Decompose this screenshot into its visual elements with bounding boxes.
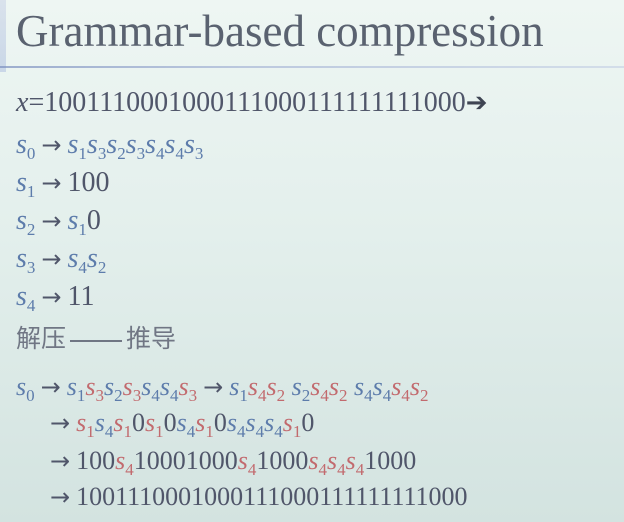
arrow-icon: → (41, 169, 62, 197)
rule-lhs: s0 (16, 129, 36, 163)
deriv-symbol: s4 (245, 408, 265, 441)
deriv-symbol: s3 (122, 372, 142, 405)
deriv-symbol: s0 (16, 372, 35, 405)
rule-rhs-symbol: s3 (86, 129, 107, 163)
deriv-symbol: s4 (115, 446, 134, 479)
deriv-symbol: s4 (141, 372, 160, 405)
rule-rhs-symbol: s4 (164, 129, 184, 163)
deriv-symbol: s1 (229, 372, 248, 405)
deriv-symbol: s4 (308, 446, 327, 479)
sequence-value: 1001110001000111000111111111000 (44, 87, 466, 118)
deriv-symbol: s1 (76, 408, 95, 441)
deriv-symbol: s4 (237, 446, 257, 479)
deriv-symbol: s3 (178, 372, 198, 405)
rule-lhs: s2 (16, 205, 36, 239)
arrow-icon: → (203, 373, 224, 401)
section-heading: 解压 推导 (16, 322, 176, 356)
rule-rhs-symbol: s1 (67, 205, 87, 239)
rule-rhs-text: 11 (67, 281, 95, 312)
deriv-symbol: s4 (372, 372, 392, 405)
deriv-symbol: s1 (195, 408, 214, 441)
rule-s1: s1 → 100 (16, 166, 110, 209)
deriv-symbol: s1 (113, 408, 132, 441)
deriv-symbol: s2 (103, 372, 123, 405)
deriv-symbol: s4 (94, 408, 114, 441)
arrow-icon: → (41, 283, 62, 311)
deriv-text: 1000 (364, 446, 417, 475)
rule-s4: s4 → 11 (16, 280, 94, 323)
rule-rhs-symbol: s2 (86, 243, 107, 277)
arrow-icon: → (50, 447, 71, 475)
rule-rhs-text: 0 (86, 205, 101, 236)
deriv-symbol: s1 (144, 408, 164, 441)
arrow-icon: → (50, 483, 71, 511)
dash-divider (70, 339, 123, 342)
deriv-symbol: s4 (247, 372, 267, 405)
deriv-symbol: s2 (291, 372, 311, 405)
deriv-text: 1000 (256, 446, 309, 475)
deriv-symbol: s3 (85, 372, 104, 405)
sequence-var: x (16, 87, 29, 118)
derivation-line-2: → s1s4s10s10s4s10s4s4s4s10 (50, 408, 315, 441)
rule-rhs-symbol: s1 (67, 129, 87, 163)
rule-rhs-symbol: s2 (106, 129, 126, 163)
deriv-symbol: s1 (66, 372, 86, 405)
rule-s2: s2 → s10 (16, 204, 101, 247)
deriv-symbol: s4 (326, 446, 346, 479)
deriv-text: 10001000 (133, 446, 238, 475)
deriv-symbol: s4 (391, 372, 410, 405)
arrow-icon: → (41, 245, 62, 273)
deriv-symbol: s4 (264, 408, 283, 441)
deriv-symbol: s2 (266, 372, 286, 405)
deriv-symbol: s1 (282, 408, 302, 441)
sequence-eq: = (28, 87, 45, 118)
deriv-symbol: s4 (226, 408, 246, 441)
title-rule (0, 66, 624, 68)
rule-lhs: s4 (16, 281, 36, 315)
rule-lhs: s1 (16, 167, 36, 201)
arrow-icon: → (50, 409, 71, 437)
rule-rhs-symbol: s3 (183, 129, 204, 163)
deriv-symbol: s2 (328, 372, 348, 405)
rule-s3: s3 → s4s2 (16, 242, 106, 285)
deriv-symbol: s4 (353, 372, 373, 405)
derivation-line-4: → 1001110001000111000111111111000 (50, 480, 468, 514)
rule-rhs-text: 100 (67, 167, 110, 198)
deriv-symbol: s4 (159, 372, 179, 405)
arrow-icon: → (41, 207, 62, 235)
section-right: 推导 (126, 324, 177, 353)
deriv-text: 1001110001000111000111111111000 (76, 482, 468, 511)
arrow-icon: → (40, 373, 61, 401)
rule-rhs-symbol: s3 (125, 129, 146, 163)
deriv-symbol: s4 (176, 408, 196, 441)
deriv-symbol: s2 (409, 372, 429, 405)
deriv-symbol: s4 (310, 372, 329, 405)
slide: Grammar-based compression x=100111000100… (0, 0, 624, 522)
sequence-line: x=1001110001000111000111111111000➔ (16, 86, 488, 120)
deriv-text: 100 (76, 446, 116, 475)
section-left: 解压 (16, 324, 67, 353)
deriv-symbol: s4 (345, 446, 365, 479)
right-arrow-icon: ➔ (465, 88, 488, 118)
rule-rhs-symbol: s4 (145, 129, 165, 163)
slide-title: Grammar-based compression (16, 6, 544, 56)
arrow-icon: → (41, 131, 62, 159)
title-accent-bar (0, 0, 6, 72)
rule-s0: s0 → s1s3s2s3s4s4s3 (16, 128, 203, 171)
rule-lhs: s3 (16, 243, 36, 277)
rule-rhs-symbol: s4 (67, 243, 87, 277)
